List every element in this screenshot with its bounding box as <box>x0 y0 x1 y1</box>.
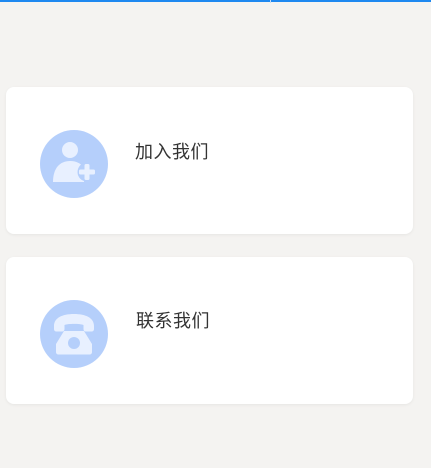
join-us-label: 加入我们 <box>135 142 209 163</box>
contact-us-label: 联系我们 <box>136 311 210 332</box>
join-us-card[interactable]: 加入我们 <box>6 87 413 234</box>
contact-us-icon-circle <box>40 300 108 368</box>
contact-us-card[interactable]: 联系我们 <box>6 257 413 404</box>
top-accent-bar <box>0 0 431 2</box>
join-us-icon-circle <box>40 130 108 198</box>
add-user-icon <box>53 142 97 182</box>
telephone-icon <box>54 314 94 355</box>
top-bar-divider <box>270 0 271 3</box>
